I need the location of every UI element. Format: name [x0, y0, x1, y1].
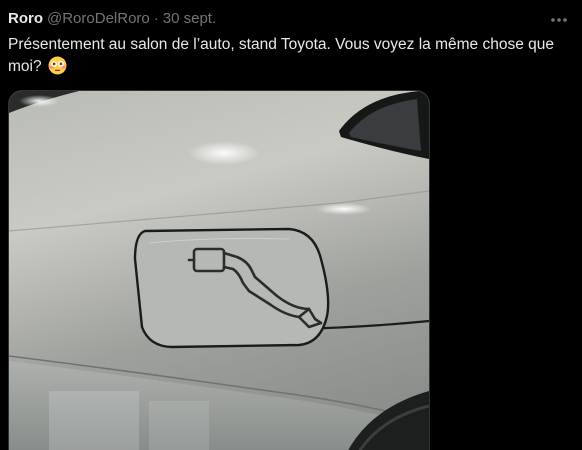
tweet-media-image[interactable]	[8, 90, 430, 450]
car-charging-port-photo	[9, 91, 429, 450]
charge-port-door	[133, 227, 330, 349]
tweet-timestamp[interactable]: 30 sept.	[163, 9, 216, 29]
tweet-text: Présentement au salon de l’auto, stand T…	[8, 34, 573, 78]
more-horizontal-icon	[551, 18, 567, 22]
tweet-header: Roro @RoroDelRoro · 30 sept.	[8, 9, 216, 29]
separator-dot: ·	[153, 10, 159, 27]
author-display-name[interactable]: Roro	[8, 9, 43, 29]
author-handle[interactable]: @RoroDelRoro	[47, 9, 150, 29]
tweet: Roro @RoroDelRoro · 30 sept. Présentemen…	[0, 0, 582, 450]
flushed-face-emoji	[48, 56, 67, 75]
tweet-text-content: Présentement au salon de l’auto, stand T…	[8, 36, 554, 75]
more-options-button[interactable]	[548, 9, 570, 31]
